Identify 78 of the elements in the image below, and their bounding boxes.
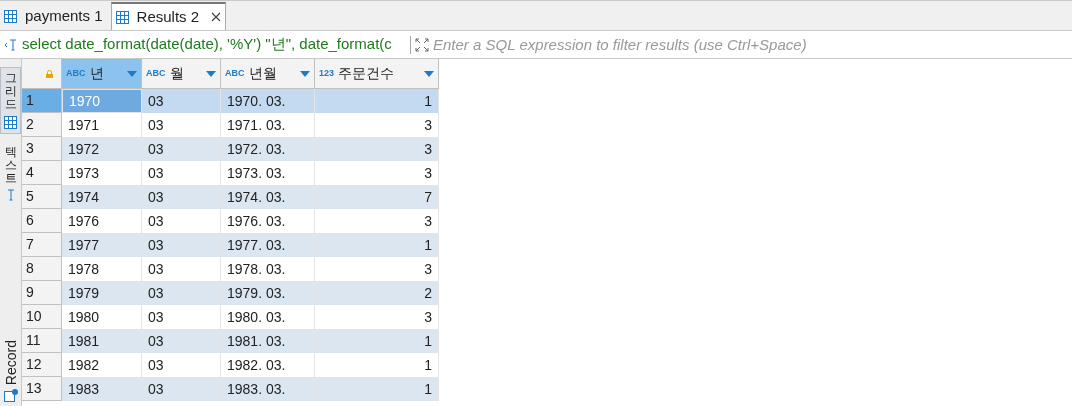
table-cell: 1981. 03. (221, 329, 315, 353)
table-cell: 1979. 03. (221, 281, 315, 305)
row-number: 12 (22, 353, 62, 377)
table-cell: 2 (315, 281, 439, 305)
table-cell: 7 (315, 185, 439, 209)
row-number: 8 (22, 257, 62, 281)
table-icon (115, 10, 129, 24)
table-row[interactable]: 2 1971 03 1971. 03. 3 (22, 113, 439, 137)
table-cell: 1974. 03. (221, 185, 315, 209)
dropdown-icon[interactable] (424, 70, 434, 77)
table-cell: 1970. 03. (221, 89, 315, 113)
table-cell: 1983. 03. (221, 377, 315, 401)
record-tab[interactable]: Record (0, 335, 21, 406)
dropdown-icon[interactable] (206, 70, 216, 77)
record-icon (3, 389, 18, 402)
side-tab[interactable]: 텍스트 (0, 141, 21, 206)
column-header[interactable]: ABC 년 (62, 59, 142, 89)
table-row[interactable]: 4 1973 03 1973. 03. 3 (22, 161, 439, 185)
table-row[interactable]: 11 1981 03 1981. 03. 1 (22, 329, 439, 353)
table-row[interactable]: 7 1977 03 1977. 03. 1 (22, 233, 439, 257)
row-number: 13 (22, 377, 62, 401)
table-row[interactable]: 8 1978 03 1978. 03. 3 (22, 257, 439, 281)
table-cell: 1970 (62, 89, 142, 113)
text-cursor-icon (4, 38, 18, 51)
table-row[interactable]: 3 1972 03 1972. 03. 3 (22, 137, 439, 161)
row-number: 7 (22, 233, 62, 257)
table-cell: 1 (315, 89, 439, 113)
row-number: 3 (22, 137, 62, 161)
column-header[interactable]: ABC 년월 (221, 59, 315, 89)
result-tab[interactable]: payments 1 (0, 2, 107, 30)
table-cell: 1977 (62, 233, 142, 257)
close-icon[interactable] (211, 12, 222, 22)
row-number: 1 (22, 89, 62, 113)
table-row[interactable]: 13 1983 03 1983. 03. 1 (22, 377, 439, 401)
table-cell: 1974 (62, 185, 142, 209)
table-cell: 03 (142, 281, 221, 305)
table-row[interactable]: 12 1982 03 1982. 03. 1 (22, 353, 439, 377)
table-icon (4, 9, 17, 23)
column-header[interactable]: ABC 월 (142, 59, 221, 89)
row-number: 6 (22, 209, 62, 233)
result-tab[interactable]: Results 2 (110, 2, 227, 30)
text-cursor-icon (5, 189, 16, 202)
table-cell: 03 (142, 377, 221, 401)
filter-field[interactable]: Enter a SQL expression to filter results (use Ctrl+Space) (433, 31, 1072, 58)
table-cell: 03 (142, 233, 221, 257)
expand-icon[interactable] (415, 37, 429, 52)
dropdown-icon[interactable] (127, 70, 137, 77)
table-row[interactable]: 5 1974 03 1974. 03. 7 (22, 185, 439, 209)
dropdown-icon[interactable] (300, 70, 310, 77)
table-cell: 3 (315, 137, 439, 161)
table-cell: 1 (315, 329, 439, 353)
row-number: 4 (22, 161, 62, 185)
column-header[interactable]: 123 주문건수 (315, 59, 439, 89)
lock-icon (46, 69, 53, 78)
sql-query: select date_format(date(date), '%Y') "년", date_format(c (22, 34, 393, 55)
table-cell: 1972. 03. (221, 137, 315, 161)
table-cell: 1983 (62, 377, 142, 401)
table-cell: 03 (142, 137, 221, 161)
table-row[interactable]: 10 1980 03 1980. 03. 3 (22, 305, 439, 329)
row-number: 11 (22, 329, 62, 353)
side-tab[interactable]: 그리드 (0, 67, 21, 134)
row-number: 2 (22, 113, 62, 137)
table-cell: 03 (142, 185, 221, 209)
grid-icon (4, 115, 17, 129)
table-cell: 03 (142, 89, 221, 113)
table-cell: 1972 (62, 137, 142, 161)
table-cell: 03 (142, 329, 221, 353)
table-row[interactable]: 9 1979 03 1979. 03. 2 (22, 281, 439, 305)
table-row[interactable]: 6 1976 03 1976. 03. 3 (22, 209, 439, 233)
row-number: 10 (22, 305, 62, 329)
table-row[interactable]: 1 1970 03 1970. 03. 1 (22, 89, 439, 113)
table-cell: 1981 (62, 329, 142, 353)
row-number: 9 (22, 281, 62, 305)
table-cell: 1 (315, 233, 439, 257)
table-cell: 1 (315, 377, 439, 401)
table-cell: 1979 (62, 281, 142, 305)
table-cell: 1977. 03. (221, 233, 315, 257)
row-number: 5 (22, 185, 62, 209)
